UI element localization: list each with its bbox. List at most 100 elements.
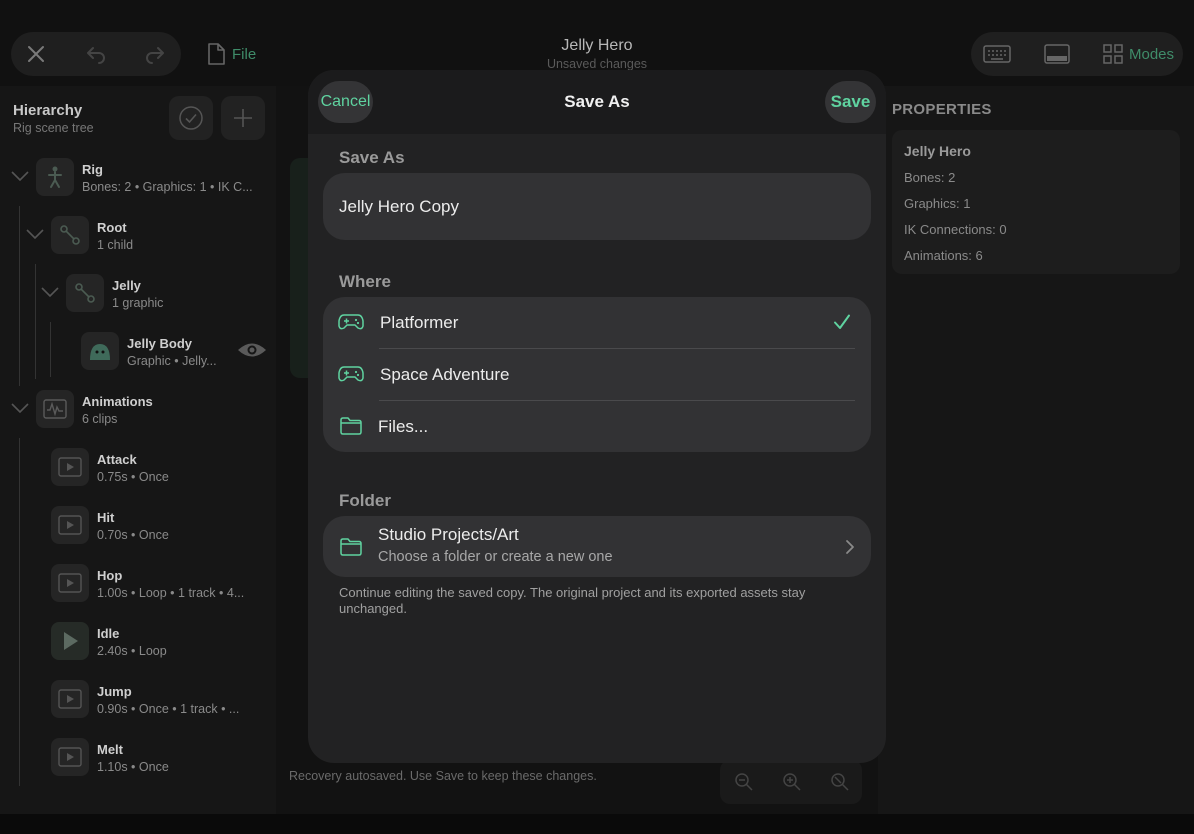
- hierarchy-subtitle: Rig scene tree: [13, 121, 94, 135]
- chevron-down-icon: [26, 229, 44, 240]
- tree-item-detail: 6 clips: [82, 412, 118, 426]
- folder-hint: Choose a folder or create a new one: [378, 549, 613, 565]
- where-section-label: Where: [339, 272, 391, 291]
- chevron-right-icon: [845, 539, 855, 555]
- play-icon: [51, 680, 89, 718]
- chevron-down-icon: [11, 171, 29, 182]
- tree-item-detail: 1 graphic: [112, 296, 164, 310]
- zoom-in-icon[interactable]: [780, 770, 804, 794]
- clip-detail: 1.10s • Once: [97, 760, 169, 774]
- properties-header: PROPERTIES: [892, 101, 992, 118]
- clip-item-idle[interactable]: Idle 2.40s • Loop: [0, 612, 276, 670]
- clip-label: Hop: [97, 568, 123, 583]
- tree-item-detail: Bones: 2 • Graphics: 1 • IK C...: [82, 180, 253, 194]
- tree-item-rig[interactable]: Rig Bones: 2 • Graphics: 1 • IK C...: [0, 148, 276, 206]
- clip-detail: 1.00s • Loop • 1 track • 4...: [97, 586, 245, 600]
- gamepad-icon: [338, 364, 364, 384]
- where-item-label: Platformer: [380, 313, 459, 332]
- dialog-title: Save As: [564, 92, 630, 111]
- where-item-label: Files...: [378, 417, 429, 436]
- plus-icon: [234, 109, 252, 127]
- where-item-space-adventure[interactable]: Space Adventure: [323, 349, 871, 401]
- folder-picker[interactable]: Studio Projects/Art Choose a folder or c…: [323, 516, 871, 577]
- clip-item-attack[interactable]: Attack 0.75s • Once: [0, 438, 276, 496]
- panel-toggle-icon[interactable]: [1043, 42, 1071, 66]
- name-section-label: Save As: [339, 148, 405, 167]
- bottom-bar: [0, 814, 1194, 834]
- checkmark-circle-icon: [179, 106, 203, 130]
- tree-item-jelly[interactable]: Jelly 1 graphic: [0, 264, 276, 322]
- zoom-controls: [720, 760, 862, 804]
- hierarchy-title: Hierarchy: [13, 102, 83, 119]
- tree-item-label: Jelly Body: [127, 336, 193, 351]
- clip-detail: 0.90s • Once • 1 track • ...: [97, 702, 240, 716]
- visibility-eye-icon[interactable]: [237, 341, 267, 359]
- tree-item-label: Animations: [82, 394, 153, 409]
- waveform-icon: [36, 390, 74, 428]
- clip-detail: 0.75s • Once: [97, 470, 169, 484]
- property-graphics: Graphics: 1: [904, 196, 971, 211]
- clip-label: Hit: [97, 510, 115, 525]
- where-item-label: Space Adventure: [380, 365, 510, 384]
- save-button[interactable]: Save: [825, 81, 876, 123]
- status-message: Recovery autosaved. Use Save to keep the…: [289, 769, 597, 783]
- filename-field[interactable]: Jelly Hero Copy: [323, 173, 871, 240]
- bone-icon: [66, 274, 104, 312]
- jelly-graphic-icon: [81, 332, 119, 370]
- tree-item-animations[interactable]: Animations 6 clips: [0, 380, 276, 438]
- where-list: Platformer Space Adventure Files...: [323, 297, 871, 452]
- play-icon: [51, 738, 89, 776]
- tree-item-root[interactable]: Root 1 child: [0, 206, 276, 264]
- hierarchy-panel: Hierarchy Rig scene tree Rig Bones: 2 • …: [0, 86, 276, 814]
- clip-label: Idle: [97, 626, 120, 641]
- dialog-header: Cancel Save As Save: [308, 70, 886, 134]
- chevron-down-icon: [41, 287, 59, 298]
- tree-item-label: Rig: [82, 162, 103, 177]
- zoom-out-icon[interactable]: [732, 770, 756, 794]
- clip-item-jump[interactable]: Jump 0.90s • Once • 1 track • ...: [0, 670, 276, 728]
- checkmark-icon: [833, 313, 851, 331]
- property-ik-connections: IK Connections: 0: [904, 222, 1007, 237]
- filename-value: Jelly Hero Copy: [339, 197, 459, 216]
- play-icon: [51, 564, 89, 602]
- clip-label: Attack: [97, 452, 137, 467]
- tree-item-detail: Graphic • Jelly...: [127, 354, 217, 368]
- where-item-files[interactable]: Files...: [323, 401, 871, 452]
- property-animations: Animations: 6: [904, 248, 983, 263]
- dialog-footnote: Continue editing the saved copy. The ori…: [339, 585, 806, 616]
- gamepad-icon: [338, 312, 364, 332]
- play-icon: [51, 448, 89, 486]
- clip-label: Jump: [97, 684, 132, 699]
- clip-item-melt[interactable]: Melt 1.10s • Once: [0, 728, 276, 786]
- figure-icon: [36, 158, 74, 196]
- modes-label: Modes: [1129, 45, 1175, 63]
- save-as-dialog: Cancel Save As Save Save As Jelly Hero C…: [308, 70, 886, 763]
- clip-item-hit[interactable]: Hit 0.70s • Once: [0, 496, 276, 554]
- view-controls: Modes: [971, 32, 1183, 76]
- clip-detail: 2.40s • Loop: [97, 644, 167, 658]
- tree-item-jelly-body[interactable]: Jelly Body Graphic • Jelly...: [0, 322, 276, 380]
- tree-item-label: Jelly: [112, 278, 141, 293]
- play-active-icon: [51, 622, 89, 660]
- folder-section-label: Folder: [339, 491, 391, 510]
- properties-name: Jelly Hero: [904, 143, 971, 159]
- zoom-fit-icon[interactable]: [828, 770, 852, 794]
- clip-detail: 0.70s • Once: [97, 528, 169, 542]
- clip-item-hop[interactable]: Hop 1.00s • Loop • 1 track • 4...: [0, 554, 276, 612]
- modes-button[interactable]: Modes: [1103, 42, 1175, 66]
- grid-icon: [1103, 44, 1123, 64]
- tree-item-label: Root: [97, 220, 127, 235]
- keyboard-icon[interactable]: [983, 42, 1011, 66]
- select-all-button[interactable]: [169, 96, 213, 140]
- chevron-down-icon: [11, 403, 29, 414]
- folder-icon: [340, 417, 362, 435]
- clip-label: Melt: [97, 742, 123, 757]
- folder-path: Studio Projects/Art: [378, 525, 519, 544]
- add-node-button[interactable]: [221, 96, 265, 140]
- properties-card: Jelly Hero Bones: 2 Graphics: 1 IK Conne…: [892, 130, 1180, 274]
- property-bones: Bones: 2: [904, 170, 956, 185]
- play-icon: [51, 506, 89, 544]
- bone-icon: [51, 216, 89, 254]
- properties-panel: PROPERTIES Jelly Hero Bones: 2 Graphics:…: [878, 86, 1194, 814]
- where-item-platformer[interactable]: Platformer: [323, 297, 871, 349]
